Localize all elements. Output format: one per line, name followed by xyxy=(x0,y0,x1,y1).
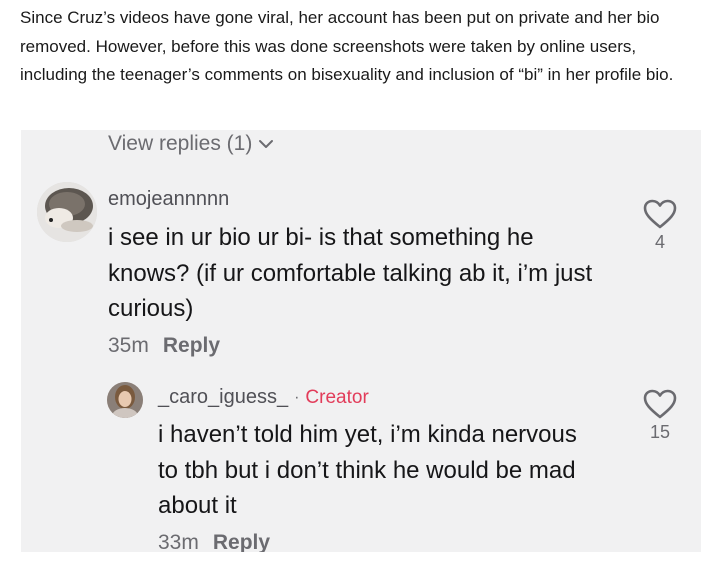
article-paragraph: Since Cruz’s videos have gone viral, her… xyxy=(20,8,674,84)
tiktok-comments-screenshot: View replies (1) emojeannnnn i see in ur… xyxy=(21,130,701,552)
like-count: 4 xyxy=(654,232,665,252)
comment-text: i see in ur bio ur bi- is that something… xyxy=(108,224,593,322)
reply-time: 33m xyxy=(158,531,199,552)
like-button[interactable]: 15 xyxy=(640,388,680,443)
comment-time: 35m xyxy=(108,334,149,357)
reply-username-row: _caro_iguess_ · Creator xyxy=(158,386,369,409)
reply-meta: 33m Reply xyxy=(158,531,270,552)
reply-button[interactable]: Reply xyxy=(163,334,220,358)
comment-meta: 35m Reply xyxy=(108,334,220,358)
view-replies-label: View replies (1) xyxy=(108,132,253,155)
reply-username[interactable]: _caro_iguess_ xyxy=(158,386,288,409)
creator-badge: Creator xyxy=(305,386,369,408)
comment-username[interactable]: emojeannnnn xyxy=(108,188,229,211)
heart-icon xyxy=(643,389,677,419)
heart-icon xyxy=(643,199,677,229)
reply-text: i haven’t told him yet, i’m kinda nervou… xyxy=(158,421,577,519)
like-button[interactable]: 4 xyxy=(640,198,680,253)
like-count: 15 xyxy=(649,422,671,442)
chevron-down-icon xyxy=(259,140,274,148)
user-avatar[interactable] xyxy=(107,382,143,418)
view-replies-button[interactable]: View replies (1) xyxy=(108,130,274,158)
badge-separator: · xyxy=(294,388,300,406)
reply-button[interactable]: Reply xyxy=(213,531,270,552)
hedgehog-avatar[interactable] xyxy=(37,182,97,242)
